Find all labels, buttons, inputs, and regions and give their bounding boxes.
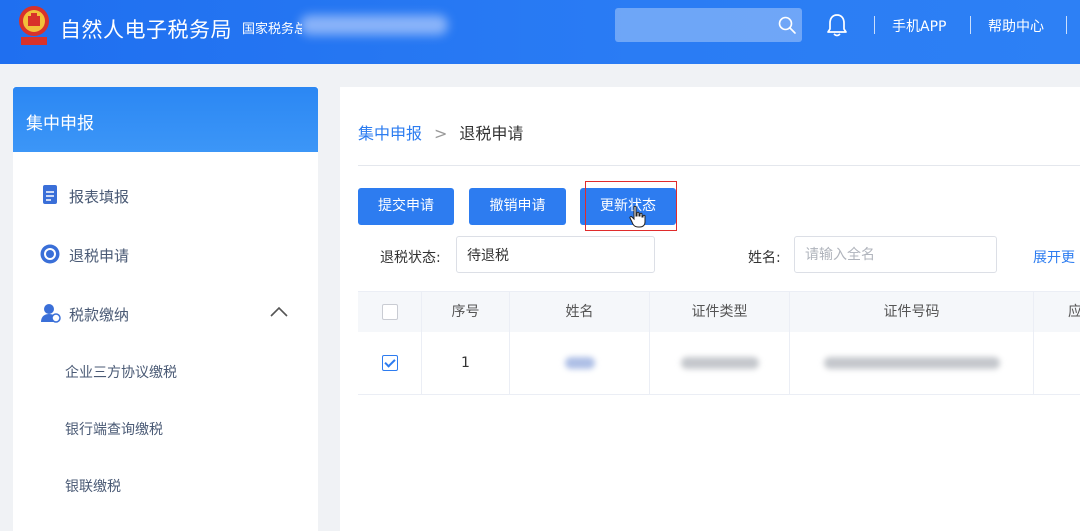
expand-filters-link[interactable]: 展开更 (1033, 247, 1080, 267)
row-checkbox-cell (358, 332, 422, 394)
column-header: 应 (1068, 304, 1080, 320)
row-checkbox[interactable] (381, 355, 398, 371)
header-checkbox-cell (358, 292, 422, 332)
sidebar: 集中申报 报表填报 退税申请 税款缴纳 企业三方协议缴税 银行端查询缴税 银联缴 (13, 87, 318, 531)
search-icon[interactable] (777, 15, 797, 35)
table-row[interactable]: 1 (358, 332, 1080, 395)
sidebar-item-label: 税款缴纳 (69, 306, 130, 324)
divider (358, 165, 1080, 166)
sidebar-heading[interactable]: 集中申报 (13, 87, 318, 152)
id-number-cell (790, 332, 1034, 394)
name-cell[interactable] (510, 332, 650, 394)
document-icon (43, 185, 57, 204)
blurred-id-type (680, 357, 759, 369)
blurred-user-info (300, 15, 448, 35)
name-label: 姓名: (748, 250, 781, 266)
sidebar-subitem-unionpay[interactable]: 银联缴税 (65, 476, 121, 496)
breadcrumb-parent-link[interactable]: 集中申报 (358, 124, 422, 143)
sidebar-item-label: 报表填报 (69, 188, 130, 206)
column-header: 序号 (422, 292, 510, 332)
blurred-id-number (823, 357, 1000, 369)
search-input[interactable] (615, 8, 802, 42)
header-divider (970, 16, 971, 34)
main-panel: 集中申报>退税申请 提交申请 撤销申请 更新状态 退税状态: 姓名: 展开更 序… (340, 87, 1080, 531)
mobile-app-link[interactable]: 手机APP (892, 16, 946, 36)
breadcrumb-separator-icon: > (434, 124, 448, 143)
extra-cell (1034, 332, 1080, 394)
column-header: 姓名 (510, 292, 650, 332)
sidebar-item-tax-refund[interactable]: 退税申请 (13, 235, 318, 275)
id-type-cell (650, 332, 790, 394)
tax-refund-icon (40, 244, 60, 264)
sidebar-heading-label: 集中申报 (26, 114, 94, 134)
tax-emblem-icon (19, 6, 49, 45)
sidebar-subitem-enterprise-agreement[interactable]: 企业三方协议缴税 (65, 362, 177, 382)
refund-status-field[interactable] (456, 236, 655, 273)
table-header: 序号 姓名 证件类型 证件号码 应 (358, 291, 1080, 333)
column-header: 证件类型 (650, 292, 790, 332)
site-subtitle: 国家税务总 (242, 22, 302, 37)
revoke-application-button[interactable]: 撤销申请 (469, 188, 566, 225)
chevron-up-icon[interactable] (269, 304, 289, 318)
top-header: 自然人电子税务局 国家税务总 手机APP 帮助中心 (0, 0, 1080, 64)
sidebar-item-tax-payment[interactable]: 税款缴纳 (13, 294, 318, 334)
user-payment-icon (41, 304, 61, 323)
breadcrumb-current: 退税申请 (459, 124, 524, 143)
breadcrumb: 集中申报 > 退税申请 (358, 120, 523, 144)
select-all-checkbox[interactable] (381, 304, 398, 320)
refund-status-label: 退税状态: (380, 250, 441, 266)
header-divider (1066, 16, 1067, 34)
bell-icon[interactable] (826, 12, 848, 38)
blurred-name (564, 357, 595, 369)
sidebar-item-label: 退税申请 (69, 247, 130, 265)
header-divider (874, 16, 875, 34)
name-field[interactable] (794, 236, 997, 273)
row-index: 1 (422, 332, 510, 394)
hand-cursor-icon (629, 205, 646, 228)
sidebar-item-report-fill[interactable]: 报表填报 (13, 176, 318, 216)
site-title: 自然人电子税务局 (60, 18, 232, 42)
column-header: 证件号码 (790, 292, 1034, 332)
sidebar-subitem-bank-query[interactable]: 银行端查询缴税 (65, 419, 163, 439)
help-center-link[interactable]: 帮助中心 (988, 16, 1044, 36)
submit-application-button[interactable]: 提交申请 (358, 188, 454, 225)
